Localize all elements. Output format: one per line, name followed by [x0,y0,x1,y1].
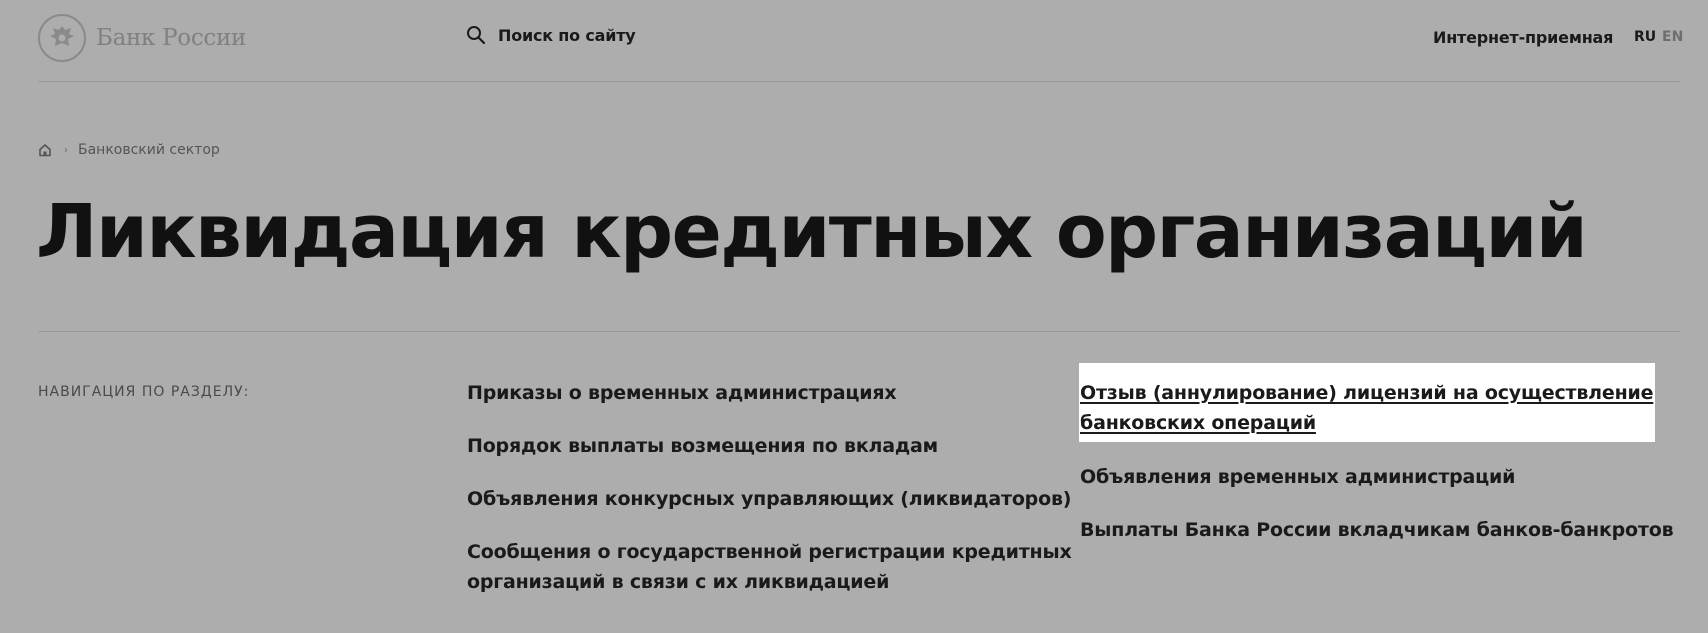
nav-link-license-revocation-line2[interactable]: банковских операций [1080,408,1316,438]
logo[interactable]: Банк России [38,14,246,62]
site-header: Банк России Поиск по сайту Интернет-прие… [38,0,1683,82]
search-icon [467,26,486,45]
eagle-emblem-icon [38,14,86,62]
breadcrumb: › Банковский сектор [38,142,220,158]
chevron-right-icon: › [64,144,68,156]
nav-link-state-registration-line1[interactable]: Сообщения о государственной регистрации … [467,537,1072,567]
search-button[interactable]: Поиск по сайту [466,25,636,45]
nav-link-liquidator-announcements[interactable]: Объявления конкурсных управляющих (ликви… [467,484,1071,514]
section-nav-label: НАВИГАЦИЯ ПО РАЗДЕЛУ: [38,384,250,400]
section-divider [38,331,1680,332]
page-title: Ликвидация кредитных организаций [36,189,1588,275]
nav-link-state-registration-line2[interactable]: организаций в связи с их ликвидацией [467,567,889,597]
nav-link-temporary-admin-orders[interactable]: Приказы о временных администрациях [467,378,897,408]
internet-reception-link[interactable]: Интернет-приемная [1433,28,1613,47]
logo-text: Банк России [96,25,247,51]
breadcrumb-item-banking-sector[interactable]: Банковский сектор [78,142,220,158]
home-icon[interactable] [38,143,52,157]
lang-ru-link[interactable]: RU [1634,29,1656,45]
nav-link-license-revocation-line1[interactable]: Отзыв (аннулирование) лицензий на осущес… [1080,378,1654,408]
search-label: Поиск по сайту [498,25,636,45]
nav-link-bank-payments[interactable]: Выплаты Банка России вкладчикам банков-б… [1080,515,1674,545]
nav-link-temporary-admin-announcements[interactable]: Объявления временных администраций [1080,462,1515,492]
lang-en-link[interactable]: EN [1662,29,1683,45]
nav-link-deposit-compensation[interactable]: Порядок выплаты возмещения по вкладам [467,431,938,461]
